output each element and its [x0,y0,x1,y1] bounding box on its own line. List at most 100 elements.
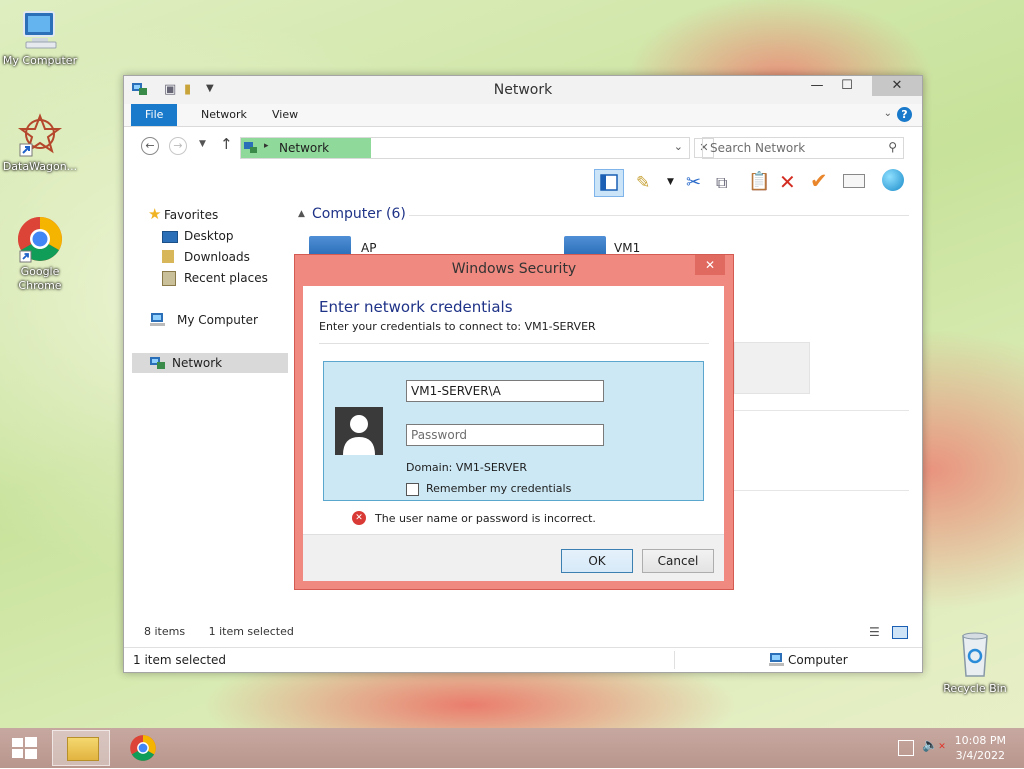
nav-label: Downloads [184,250,250,264]
details-view-icon[interactable]: ☰ [869,625,880,639]
taskbar-file-explorer[interactable] [52,730,110,766]
chrome-icon [129,734,157,762]
star-icon: ★ [148,205,162,223]
nav-label: Network [172,356,223,370]
error-message: The user name or password is incorrect. [375,512,596,525]
explorer-titlebar[interactable]: ▣ ▮ ▼ Network — ☐ ✕ [124,76,922,104]
tab-network[interactable]: Network [187,104,261,126]
desktop-icon-label: My Computer [2,54,78,67]
cancel-button[interactable]: Cancel [642,549,714,573]
address-bar[interactable]: ▸ Network ⌄ [240,137,690,159]
maximize-button[interactable]: ☐ [832,76,862,96]
status-bar: 1 item selected Computer [124,647,922,672]
desktop-icon-my-computer[interactable]: My Computer [0,10,80,68]
desktop-icon-datawagon[interactable]: DataWagon... [0,112,80,174]
network-icon [244,141,258,154]
nav-label: Favorites [164,208,219,222]
computer-icon [18,10,62,52]
nav-label: Desktop [184,229,234,243]
domain-label: Domain: VM1-SERVER [406,461,527,474]
remember-credentials-checkbox[interactable] [406,483,419,496]
minimize-button[interactable]: — [802,76,832,96]
large-icons-view-icon[interactable] [892,626,908,639]
computer-icon [150,313,166,327]
copy-icon[interactable]: ⧉ [716,173,727,193]
computer-icon [309,236,351,256]
up-button[interactable]: ↑ [220,135,233,153]
recycle-bin-icon [955,630,995,680]
user-avatar [335,407,383,455]
item-count: 8 items [144,625,186,638]
username-field[interactable]: VM1-SERVER\A [406,380,604,402]
password-field[interactable]: Password [406,424,604,446]
rename-icon[interactable] [843,174,865,188]
checkmark-icon[interactable]: ✔ [810,169,828,193]
tab-view[interactable]: View [258,104,312,126]
windows-security-dialog: Windows Security ✕ Enter network credent… [294,254,734,590]
desktop-icon [162,231,178,243]
ok-button[interactable]: OK [561,549,633,573]
dialog-footer: OK Cancel [303,534,724,581]
close-button[interactable]: ✕ [872,76,922,96]
group-header[interactable]: Computer (6) [312,206,406,222]
help-icon[interactable]: ? [897,107,912,122]
downloads-icon [162,250,174,263]
tab-file[interactable]: File [131,104,178,126]
network-tray-icon[interactable] [898,740,914,756]
credential-tile: VM1-SERVER\A Password Domain: VM1-SERVER… [323,361,704,501]
ribbon-tabs: File Network View ⌄ ? [124,104,922,127]
breadcrumb[interactable]: Network [279,141,329,155]
list-item[interactable]: VM1 [564,236,664,256]
nav-label: Recent places [184,271,268,285]
taskbar-clock[interactable]: 10:08 PM 3/4/2022 [955,733,1006,763]
volume-muted-icon[interactable]: 🔈✕ [922,738,946,753]
group-divider [409,215,909,216]
collapse-group-icon[interactable]: ▲ [298,209,305,219]
desktop-icon-label: Google Chrome [18,265,62,292]
status-divider [674,651,675,669]
recent-places-icon [162,271,176,286]
delete-icon[interactable]: ✕ [779,170,796,194]
forward-button[interactable]: → [169,137,187,155]
paste-icon[interactable]: 📋 [748,171,770,192]
folder-icon [67,737,99,761]
search-placeholder: Search Network [710,141,806,155]
nav-network[interactable]: Network [132,353,288,373]
cut-icon[interactable]: ✂ [686,172,701,193]
breadcrumb-separator-icon: ▸ [264,141,269,151]
dialog-close-button[interactable]: ✕ [695,255,725,275]
desktop-icon-google-chrome[interactable]: Google Chrome [0,215,80,293]
back-button[interactable]: ← [141,137,159,155]
chevron-down-icon[interactable]: ⌄ [884,108,892,119]
address-dropdown-icon[interactable]: ⌄ [674,140,683,153]
recent-locations-icon[interactable]: ▼ [199,139,206,149]
network-icon [150,356,166,370]
taskbar-chrome[interactable] [120,730,168,766]
dialog-divider [319,343,709,344]
item-label: VM1 [614,241,641,255]
start-button[interactable] [4,730,44,766]
list-item[interactable]: AP [309,236,409,256]
navigation-pane: ★ Favorites Desktop Downloads Recent pla… [124,200,289,620]
selection-count: 1 item selected [208,625,294,638]
desktop-icon-label: Recycle Bin [943,682,1007,695]
chevron-down-icon[interactable]: ▼ [667,177,674,187]
desktop-icon-recycle-bin[interactable]: Recycle Bin [935,630,1015,696]
computer-icon [564,236,606,256]
properties-icon[interactable]: ✎ [636,173,650,193]
password-placeholder: Password [411,428,468,442]
computer-icon [769,653,785,667]
item-count-row: 8 items 1 item selected [144,625,294,638]
selected-item-highlight[interactable] [734,342,810,394]
row-divider [734,410,909,411]
status-selection: 1 item selected [133,653,227,667]
details-pane-icon[interactable] [594,169,624,197]
globe-icon[interactable] [882,169,904,191]
dialog-subheading: Enter your credentials to connect to: VM… [319,320,596,333]
dialog-heading: Enter network credentials [319,298,513,316]
dialog-title: Windows Security [451,261,577,277]
nav-label: My Computer [177,313,258,327]
remember-credentials-label[interactable]: Remember my credentials [426,482,571,495]
clock-date: 3/4/2022 [955,749,1006,762]
search-input[interactable]: Search Network ⚲ [702,137,904,159]
